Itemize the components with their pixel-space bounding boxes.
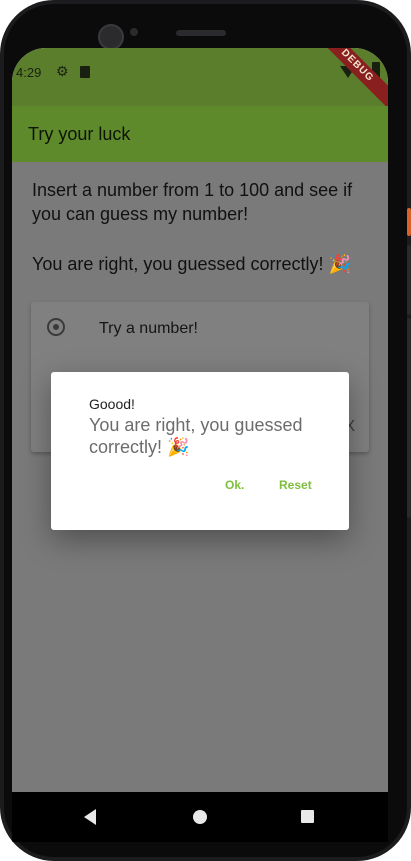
dialog-title: Goood!: [89, 396, 135, 412]
side-rail: [407, 318, 411, 518]
phone-frame: 4:29 ⚙ DEBUG Try your luck Insert a numb…: [0, 0, 411, 861]
result-dialog: Goood! You are right, you guessed correc…: [51, 372, 349, 530]
ok-button[interactable]: Ok.: [221, 476, 248, 494]
dialog-message: You are right, you guessed correctly! 🎉: [89, 415, 303, 457]
reset-button[interactable]: Reset: [275, 476, 316, 494]
result-text: You are right, you guessed correctly! 🎉: [32, 254, 351, 274]
back-icon[interactable]: [84, 809, 96, 825]
navigation-bar: [12, 792, 388, 842]
status-bar: 4:29 ⚙ DEBUG: [12, 48, 388, 111]
debug-banner: DEBUG: [312, 48, 388, 111]
volume-button: [407, 245, 411, 315]
instructions-text: Insert a number from 1 to 100 and see if…: [32, 180, 353, 224]
gear-icon: ⚙: [56, 63, 69, 79]
home-icon[interactable]: [193, 810, 207, 824]
power-button: [407, 208, 411, 236]
radio-label[interactable]: Try a number!: [99, 320, 198, 338]
radio-button-icon[interactable]: [47, 318, 65, 336]
app-bar: Try your luck: [12, 106, 388, 162]
proximity-sensor: [130, 28, 138, 36]
front-camera: [98, 24, 124, 50]
sim-card-icon: [80, 66, 90, 78]
app-title: Try your luck: [28, 124, 131, 144]
earpiece-speaker: [176, 30, 226, 36]
status-time: 4:29: [16, 65, 42, 80]
recents-icon[interactable]: [301, 810, 314, 823]
